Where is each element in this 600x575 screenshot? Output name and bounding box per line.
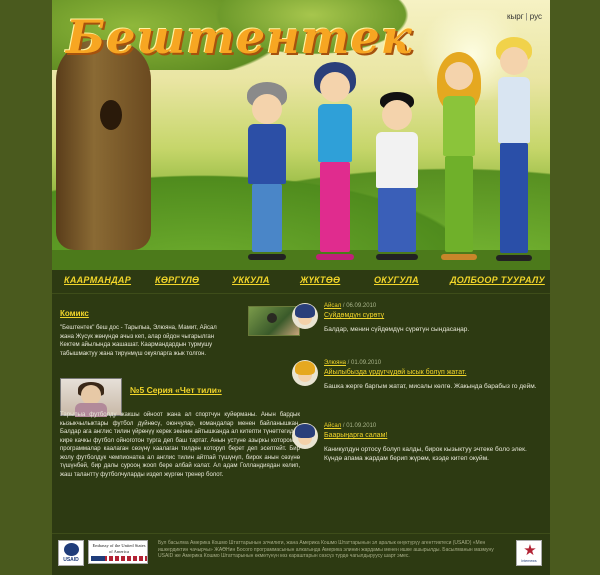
post-author[interactable]: Элюяна (324, 360, 346, 366)
embassy-label: Embassy of the United States of America (92, 543, 146, 554)
partner-logo[interactable]: ★ Internews (516, 540, 542, 566)
partner-label: Internews (521, 559, 537, 563)
nav-item-watch[interactable]: КӨРГҮЛӨ (155, 275, 199, 285)
lang-kg-link[interactable]: кырг (507, 12, 524, 21)
post-title[interactable]: Сүйдөмдүн сүрөтү (324, 312, 384, 319)
post-date: 01.09.2010 (351, 360, 382, 366)
thumb-face (81, 385, 101, 405)
footer-disclaimer: Бул басылма Америка Кошмо Штаттарынын эл… (158, 540, 494, 560)
footer: USAID Embassy of the United States of Am… (52, 533, 550, 575)
usaid-seal-icon (64, 543, 79, 556)
post-author[interactable]: Айсал (324, 423, 341, 429)
lang-separator: | (525, 12, 528, 21)
comics-title[interactable]: Комикс (60, 309, 89, 318)
avatar-hair (295, 361, 315, 375)
avatar[interactable] (292, 423, 318, 449)
comics-section: Комикс "Бештентек" беш дос - Тарыпыа, Эл… (60, 303, 300, 358)
post-meta: Айсал / 06.09.2010 (324, 303, 377, 309)
main-nav: КААРМАНДАР КӨРГҮЛӨ УККУЛА ЖҮКТӨӨ ОКУГУЛА… (52, 270, 550, 294)
post-text: Башка жерге баргым жатат, мисалы көлгө. … (324, 383, 537, 390)
embassy-logo[interactable]: Embassy of the United States of America (88, 540, 148, 564)
post-author[interactable]: Айсал (324, 303, 341, 309)
language-switcher: кырг | рус (507, 12, 542, 21)
left-column: Комикс "Бештентек" беш дос - Тарыпыа, Эл… (60, 303, 300, 478)
usaid-label: USAID (63, 557, 79, 563)
post-title[interactable]: Баарыңарга салам! (324, 432, 387, 439)
character-dark-hair-boy (372, 92, 422, 262)
episode-title[interactable]: №5 Серия «Чет тили» (130, 385, 222, 395)
post-date: 01.09.2010 (346, 423, 377, 429)
site-logo[interactable]: Бештентек (66, 10, 413, 64)
usaid-logo[interactable]: USAID (58, 540, 84, 566)
character-grey-hair (242, 82, 292, 262)
episode-text: Тарыпыа футболду жакшы ойноот жана ал сп… (60, 412, 300, 478)
post-text: Балдар, менин сүйдөмдүн сүрөтүн сындасаң… (324, 326, 470, 333)
nav-item-read[interactable]: ОКУГУЛА (374, 275, 419, 285)
page: Бештентек кырг | рус КААРМАНДАР КӨРГҮЛӨ УК… (52, 0, 550, 575)
avatar[interactable] (292, 303, 318, 329)
character-tall-boy (492, 37, 536, 262)
hero-banner: Бештентек кырг | рус (52, 0, 550, 270)
comics-text: "Бештентек" беш дос - Тарыпыа, Элюяна, М… (60, 325, 217, 357)
tree-trunk (56, 40, 151, 250)
nav-item-characters[interactable]: КААРМАНДАР (64, 275, 131, 285)
tree-hole (100, 100, 122, 130)
post-text: Каникулдун ортосу болуп калды, бирок кыз… (324, 446, 527, 462)
post-meta: Айсал / 01.09.2010 (324, 423, 377, 429)
nav-item-about[interactable]: ДОЛБООР ТУУРАЛУ (450, 275, 545, 285)
character-blue-hair-girl (312, 62, 358, 262)
post-date: 06.09.2010 (346, 303, 377, 309)
post-meta: Элюяна / 01.09.2010 (324, 360, 382, 366)
flag-stars (91, 556, 105, 561)
avatar-hair (295, 304, 315, 318)
nav-item-download[interactable]: ЖҮКТӨӨ (300, 275, 340, 285)
post-title[interactable]: Айылыбызда үрдүгчүдөй ысык болуп жатат. (324, 369, 466, 376)
avatar-hair (295, 424, 315, 438)
star-icon: ★ (523, 542, 537, 559)
lang-ru-link[interactable]: рус (530, 12, 542, 21)
nav-item-listen[interactable]: УККУЛА (232, 275, 270, 285)
character-blonde-girl (437, 52, 481, 262)
avatar[interactable] (292, 360, 318, 386)
